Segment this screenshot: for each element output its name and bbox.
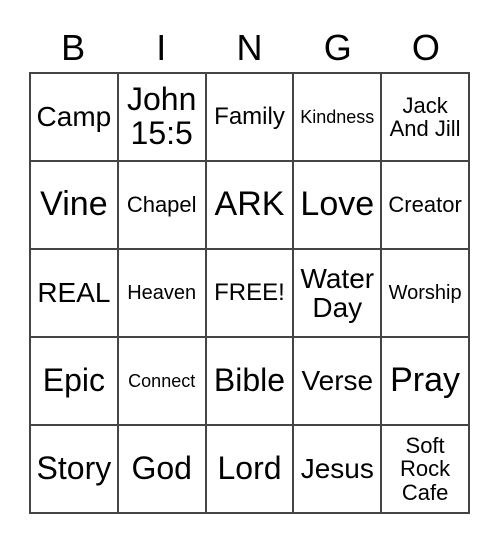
header-letter: B [61, 27, 86, 68]
bingo-cell[interactable]: John 15:5 [117, 73, 206, 161]
bingo-cell[interactable]: Heaven [117, 249, 206, 337]
bingo-cell[interactable]: Chapel [117, 161, 206, 249]
bingo-cell[interactable]: Pray [381, 337, 469, 425]
bingo-header: B I N G O [29, 24, 470, 72]
header-letter: I [156, 27, 167, 68]
bingo-cell[interactable]: Water Day [293, 249, 382, 337]
bingo-cell[interactable]: ARK [205, 161, 294, 249]
bingo-cell[interactable]: Kindness [293, 73, 382, 161]
bingo-cell[interactable]: Vine [30, 161, 118, 249]
header-letter: O [411, 27, 440, 68]
bingo-cell[interactable]: Family [205, 73, 294, 161]
bingo-cell[interactable]: Bible [205, 337, 294, 425]
bingo-cell[interactable]: Camp [30, 73, 118, 161]
bingo-cell[interactable]: Lord [205, 425, 294, 513]
header-letter: G [323, 27, 352, 68]
bingo-cell[interactable]: REAL [30, 249, 118, 337]
bingo-cell[interactable]: Worship [381, 249, 469, 337]
bingo-cell[interactable]: Love [293, 161, 382, 249]
bingo-cell[interactable]: God [117, 425, 206, 513]
bingo-cell[interactable]: Jack And Jill [381, 73, 469, 161]
bingo-cell[interactable]: Creator [381, 161, 469, 249]
bingo-cell[interactable]: FREE! [205, 249, 294, 337]
bingo-cell[interactable]: Epic [30, 337, 118, 425]
header-letter: N [236, 27, 263, 68]
bingo-cell[interactable]: Connect [117, 337, 206, 425]
bingo-cell[interactable]: Verse [293, 337, 382, 425]
bingo-cell[interactable]: Soft Rock Cafe [381, 425, 469, 513]
bingo-cell[interactable]: Story [30, 425, 118, 513]
bingo-cell[interactable]: Jesus [293, 425, 382, 513]
bingo-grid: Camp John 15:5 Family Kindness Jack And Jill… [29, 72, 470, 514]
